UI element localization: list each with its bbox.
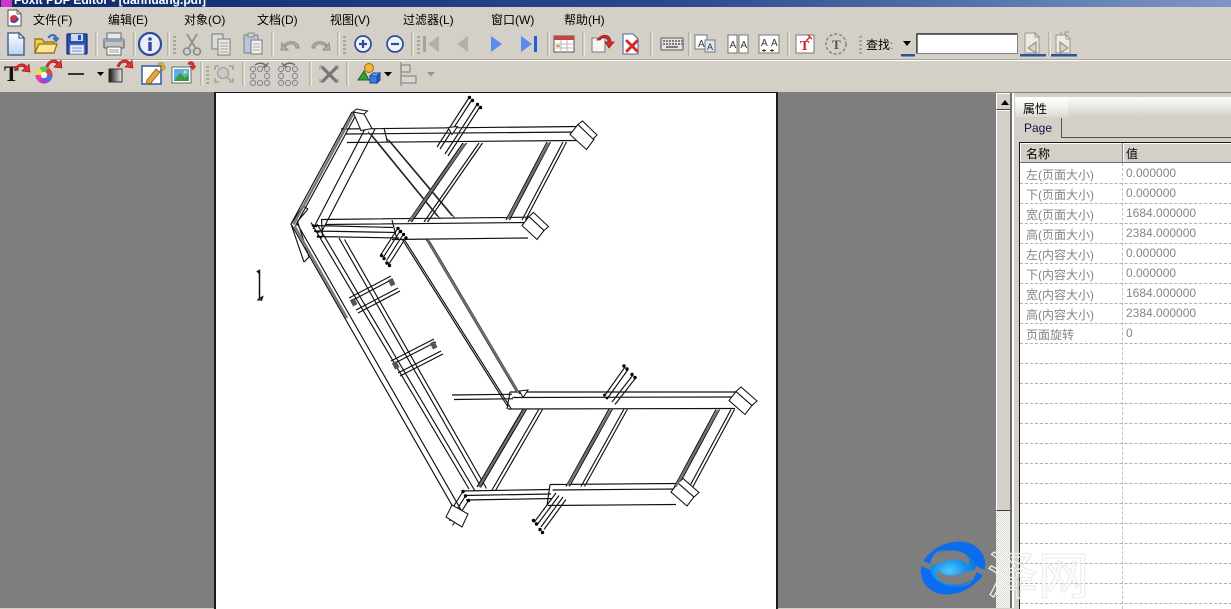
svg-text:A: A [761, 38, 768, 49]
svg-text:查找:: 查找: [866, 38, 893, 52]
svg-text:A: A [730, 40, 737, 51]
svg-text:T: T [832, 37, 841, 52]
svg-text:A: A [771, 38, 778, 49]
svg-text:A: A [741, 40, 748, 51]
svg-text:T: T [4, 61, 19, 86]
svg-text:A: A [707, 42, 713, 52]
svg-text:A: A [698, 39, 705, 50]
svg-text:T: T [800, 39, 810, 54]
